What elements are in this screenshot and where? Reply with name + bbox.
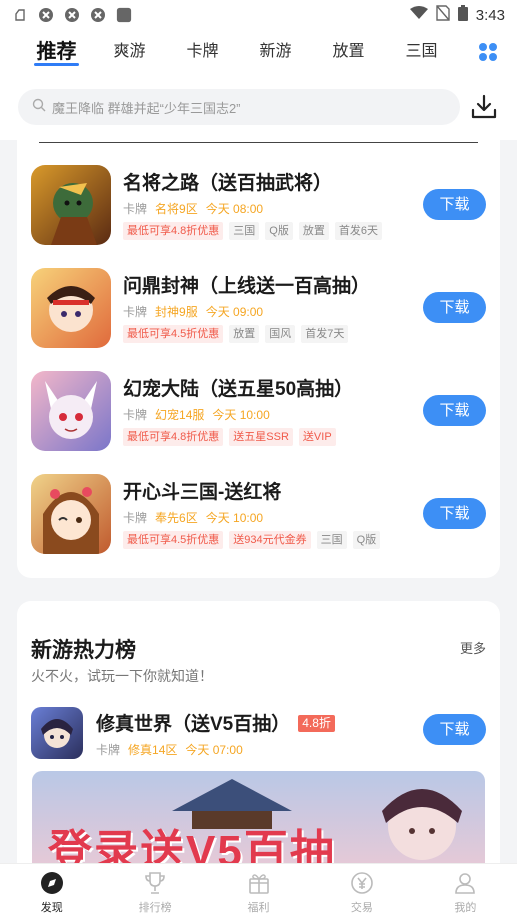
list-item[interactable]: 幻宠大陆（送五星50高抽） 卡牌 幻宠14服 今天 10:00 最低可享4.8折优惠… [17,371,500,461]
game-name: 修真世界（送V5百抽） 4.8折 [96,709,335,736]
yen-exchange-icon [351,872,373,894]
game-icon-kaixin [31,474,111,554]
download-button[interactable]: 下载 [423,189,486,220]
gift-icon [248,874,269,894]
tag: Q版 [265,222,293,240]
nav-label: 排行榜 [138,902,172,914]
category-grid-icon[interactable] [477,41,499,63]
promo-banner[interactable]: 登录送V5百抽 [32,771,485,863]
download-manager-icon[interactable] [469,92,499,122]
game-name: 问鼎封神（上线送一百高抽） [123,276,371,297]
discount-tag: 最低可享4.8折优惠 [123,222,224,240]
game-tags: 最低可享4.8折优惠 三国 Q版 放置 首发6天 [123,222,382,240]
search-input[interactable]: 魔王降临 群雄并起“少年三国志2” [18,89,460,125]
trophy-icon [145,872,165,894]
section-subtitle: 火不火，试玩一下你就知道！ [31,668,213,684]
app-notification-icon [64,7,80,23]
tag: 首发7天 [301,325,349,343]
tab-idle[interactable]: 放置 [312,30,385,74]
tag: 放置 [229,325,260,343]
game-tags: 最低可享4.5折优惠 送934元代金券 三国 Q版 [123,531,381,549]
more-link[interactable]: 更多 [460,638,486,657]
nav-label: 我的 [454,902,477,914]
no-sim-icon [436,5,450,25]
notification-icon [12,7,28,23]
game-list-card: 名将之路（送百抽武将） 卡牌 名将9区 今天 08:00 最低可享4.8折优惠 三国… [17,140,500,578]
nav-welfare[interactable]: 福利 [207,864,310,919]
game-tags: 最低可享4.5折优惠 放置 国风 首发7天 [123,325,349,343]
tag: Q版 [352,531,381,549]
discount-tag: 最低可享4.5折优惠 [123,325,224,343]
game-icon-huanchong [31,371,111,451]
tab-three-kingdoms[interactable]: 三国 [385,30,458,74]
bonus-tag: 送五星SSR [229,428,293,446]
nav-discover[interactable]: 发现 [0,864,103,919]
nav-label: 福利 [247,902,270,914]
clock-time: 3:43 [475,6,505,24]
game-name: 开心斗三国-送红将 [123,482,282,503]
list-item[interactable]: 名将之路（送百抽武将） 卡牌 名将9区 今天 08:00 最低可享4.8折优惠 三国… [17,165,500,255]
square-app-icon [116,7,132,23]
tag: 首发6天 [334,222,382,240]
list-item[interactable]: 开心斗三国-送红将 卡牌 奉先6区 今天 10:00 最低可享4.5折优惠 送934… [17,474,500,564]
game-icon-xiuzhen [31,707,83,759]
game-icon-mingjiang [31,165,111,245]
app-notification-icon [90,7,106,23]
section-title: 新游热力榜 [31,639,136,662]
tag: 三国 [316,531,347,549]
game-tags: 最低可享4.8折优惠 送五星SSR 送VIP [123,428,336,446]
nav-label: 发现 [40,902,63,914]
download-button[interactable]: 下载 [423,714,486,745]
search-icon [32,98,46,117]
tab-casual[interactable]: 爽游 [93,30,166,74]
tag: 三国 [229,222,260,240]
status-bar: 3:43 [0,0,517,30]
battery-icon [457,5,468,25]
game-meta: 卡牌 封神9服 今天 09:00 [123,305,264,319]
game-icon-wending [31,268,111,348]
divider [39,142,478,143]
search-row: 魔王降临 群雄并起“少年三国志2” [0,74,517,140]
tag: 国风 [265,325,296,343]
wifi-icon [409,6,428,24]
bottom-navigation: 发现 排行榜 福利 交易 我的 [0,863,517,919]
discount-tag: 最低可享4.8折优惠 [123,428,224,446]
user-icon [455,873,476,894]
bonus-tag: 送934元代金券 [229,531,311,549]
game-meta: 卡牌 幻宠14服 今天 10:00 [123,408,270,422]
tag: 放置 [298,222,329,240]
game-name: 幻宠大陆（送五星50高抽） [123,379,354,400]
game-meta: 卡牌 奉先6区 今天 10:00 [123,511,264,525]
compass-icon [40,872,63,894]
nav-label: 交易 [350,902,373,914]
game-meta: 卡牌 修真14区 今天 07:00 [96,743,243,757]
nav-profile[interactable]: 我的 [414,864,517,919]
category-tabs: 推荐 爽游 卡牌 新游 放置 三国 [0,30,517,74]
banner-text: 登录送V5百抽 [48,827,336,863]
hot-new-games-card: 新游热力榜 火不火，试玩一下你就知道！ 更多 修真世界（送V5百抽） 4.8折 卡… [17,601,500,863]
nav-trade[interactable]: 交易 [310,864,413,919]
tab-new-games[interactable]: 新游 [239,30,312,74]
nav-ranking[interactable]: 排行榜 [103,864,206,919]
game-name: 名将之路（送百抽武将） [123,173,333,194]
list-item[interactable]: 问鼎封神（上线送一百高抽） 卡牌 封神9服 今天 09:00 最低可享4.5折优惠 … [17,268,500,358]
bonus-tag: 送VIP [298,428,336,446]
app-notification-icon [38,7,54,23]
discount-tag: 最低可享4.5折优惠 [123,531,224,549]
tab-recommend[interactable]: 推荐 [20,30,93,74]
search-placeholder: 魔王降临 群雄并起“少年三国志2” [52,100,241,116]
discount-badge: 4.8折 [298,715,335,732]
download-button[interactable]: 下载 [423,498,486,529]
game-meta: 卡牌 名将9区 今天 08:00 [123,202,264,216]
tab-card[interactable]: 卡牌 [166,30,239,74]
download-button[interactable]: 下载 [423,292,486,323]
download-button[interactable]: 下载 [423,395,486,426]
